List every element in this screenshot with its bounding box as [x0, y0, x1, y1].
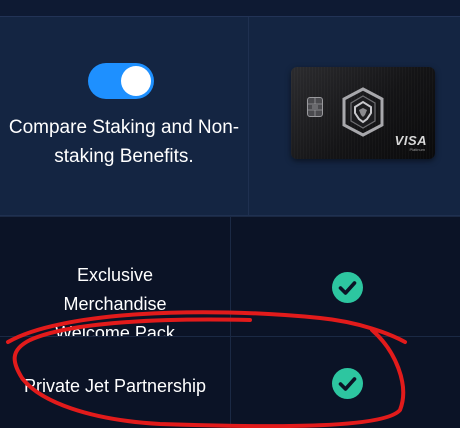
benefits-comparison-page: Compare Staking and Non-staking Benefits… [0, 0, 460, 428]
card-tier: Platinum [409, 147, 425, 152]
card-chip-icon [307, 97, 323, 117]
column-divider [230, 216, 231, 336]
toggle-caption: Compare Staking and Non-staking Benefits… [8, 117, 240, 167]
check-circle-icon [332, 272, 363, 303]
benefit-row: Private Jet Partnership [0, 336, 460, 428]
card-image: VISA Platinum [291, 67, 435, 159]
top-border [0, 0, 460, 17]
toggle-knob [121, 66, 151, 96]
check-circle-icon [332, 368, 363, 399]
staking-comparison-toggle[interactable] [88, 63, 154, 99]
column-divider [230, 336, 231, 428]
benefit-row: Exclusive Merchandise Welcome Pack [0, 216, 460, 343]
column-divider [248, 17, 249, 215]
crypto-com-lion-icon [342, 87, 384, 137]
benefit-label: Exclusive Merchandise Welcome Pack [55, 265, 175, 343]
benefit-label: Private Jet Partnership [23, 376, 207, 396]
staking-toggle-cell: Compare Staking and Non-staking Benefits… [0, 17, 248, 215]
card-brand: VISA [394, 133, 427, 148]
comparison-header-row: Compare Staking and Non-staking Benefits… [0, 17, 460, 216]
